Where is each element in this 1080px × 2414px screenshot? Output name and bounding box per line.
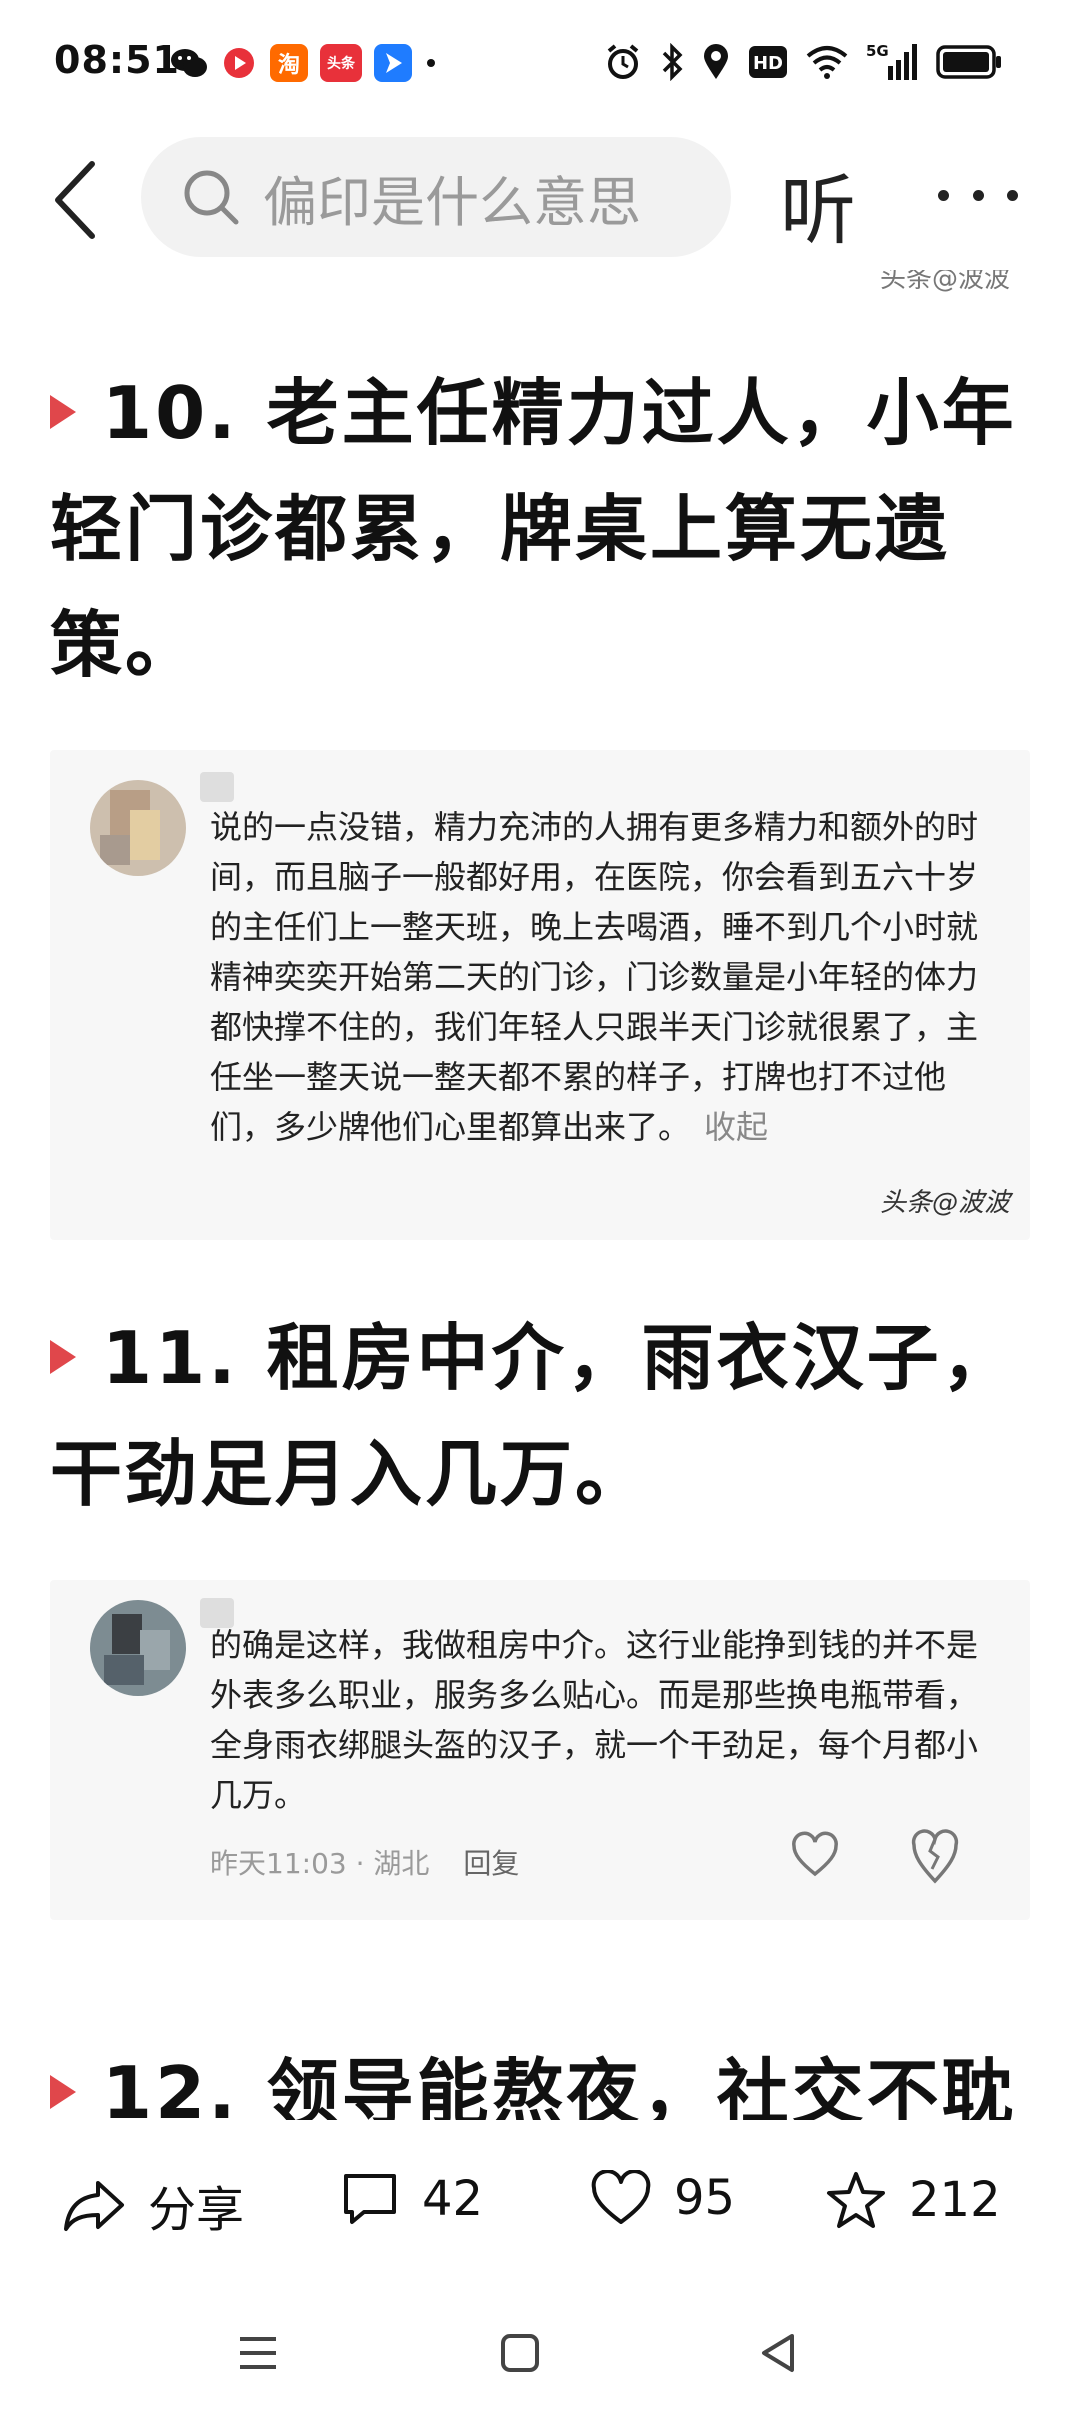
likes-count: 95 (674, 2170, 736, 2226)
hd-icon: HD (748, 42, 788, 82)
location-icon (702, 42, 730, 82)
action-bar: 分享 42 95 212 (0, 2120, 1080, 2295)
more-dot-icon (1007, 189, 1018, 201)
back-button[interactable] (40, 155, 110, 245)
bluetooth-icon (660, 42, 684, 82)
status-bar: 08:51 淘 头条 HD 5G (0, 0, 1080, 125)
more-notifications-dot-icon (424, 44, 438, 82)
comment-meta: 昨天11:03 · 湖北 回复 (210, 1842, 519, 1882)
taobao-icon: 淘 (270, 44, 308, 82)
status-time: 08:51 (54, 38, 180, 82)
chevron-left-icon (55, 161, 95, 239)
feishu-icon (374, 44, 412, 82)
like-icon[interactable] (790, 1830, 840, 1880)
alarm-icon (604, 42, 642, 82)
red-triangle-bullet-icon (50, 2075, 76, 2110)
article-content: 头条@波波 10. 老主任精力过人，小年轻门诊都累，牌桌上算无遗策。 说的一点没… (0, 270, 1080, 2120)
watermark: 头条@波波 (879, 1188, 1010, 1218)
square-icon (501, 2334, 539, 2372)
collapse-link[interactable]: 收起 (704, 1108, 768, 1146)
search-icon (181, 167, 241, 227)
recent-apps-button[interactable] (228, 2323, 288, 2383)
star-icon (827, 2172, 885, 2228)
dislike-icon[interactable] (910, 1825, 960, 1885)
red-triangle-bullet-icon (50, 395, 76, 430)
triangle-back-icon (762, 2334, 794, 2372)
comment-screenshot-card: 说的一点没错，精力充沛的人拥有更多精力和额外的时间，而且脑子一般都好用，在医院，… (50, 750, 1030, 1240)
comment-icon (344, 2174, 396, 2224)
username-blurred (200, 772, 234, 802)
notification-icons: 淘 头条 (170, 44, 438, 82)
image-caption-cropped: 头条@波波 (879, 270, 1010, 294)
wechat-icon (170, 44, 208, 82)
comments-button[interactable]: 42 (340, 2170, 483, 2228)
reply-button[interactable]: 回复 (463, 1847, 519, 1880)
battery-icon (936, 42, 1002, 82)
system-navigation-bar (0, 2295, 1080, 2414)
listen-button[interactable]: 听 (780, 149, 856, 259)
heart-icon (591, 2170, 651, 2224)
comment-text: 说的一点没错，精力充沛的人拥有更多精力和额外的时间，而且脑子一般都好用，在医院，… (210, 808, 979, 1146)
search-placeholder: 偏印是什么意思 (263, 170, 641, 234)
avatar (90, 780, 186, 876)
top-bar: 偏印是什么意思 听 (0, 125, 1080, 275)
menu-lines-icon (240, 2337, 276, 2369)
comments-count: 42 (422, 2171, 484, 2227)
more-dot-icon (972, 189, 984, 201)
comment-time-location: 昨天11:03 · 湖北 (210, 1847, 430, 1880)
svg-text:HD: HD (753, 53, 783, 74)
search-input[interactable]: 偏印是什么意思 (141, 137, 731, 257)
cellular-signal-icon: 5G (866, 42, 918, 82)
wifi-icon (806, 42, 848, 82)
more-options-button[interactable] (938, 175, 1018, 215)
comment-screenshot-card: 的确是这样，我做租房中介。这行业能挣到钱的并不是外表多么职业，服务多么贴心。而是… (50, 1580, 1030, 1920)
comment-text: 的确是这样，我做租房中介。这行业能挣到钱的并不是外表多么职业，服务多么贴心。而是… (210, 1626, 979, 1814)
favorite-button[interactable]: 212 (825, 2170, 1001, 2230)
share-button[interactable]: 分享 (62, 2170, 244, 2240)
like-button[interactable]: 95 (590, 2170, 735, 2226)
share-icon (64, 2181, 124, 2231)
share-label: 分享 (148, 2182, 245, 2238)
section-heading: 12. 领导能熬夜，社交不耽 (50, 2035, 1030, 2120)
avatar (90, 1600, 186, 1696)
back-nav-button[interactable] (748, 2323, 808, 2383)
svg-text:5G: 5G (866, 42, 889, 60)
toutiao-icon: 头条 (320, 44, 362, 82)
system-icons: HD 5G (604, 42, 1002, 82)
section-heading: 10. 老主任精力过人，小年轻门诊都累，牌桌上算无遗策。 (50, 371, 1017, 687)
video-app-icon (220, 44, 258, 82)
section-heading: 11. 租房中介，雨衣汉子，干劲足月入几万。 (50, 1316, 1017, 1516)
red-triangle-bullet-icon (50, 1340, 76, 1375)
more-dot-icon (938, 189, 949, 201)
favorites-count: 212 (909, 2172, 1001, 2228)
home-button[interactable] (490, 2323, 550, 2383)
